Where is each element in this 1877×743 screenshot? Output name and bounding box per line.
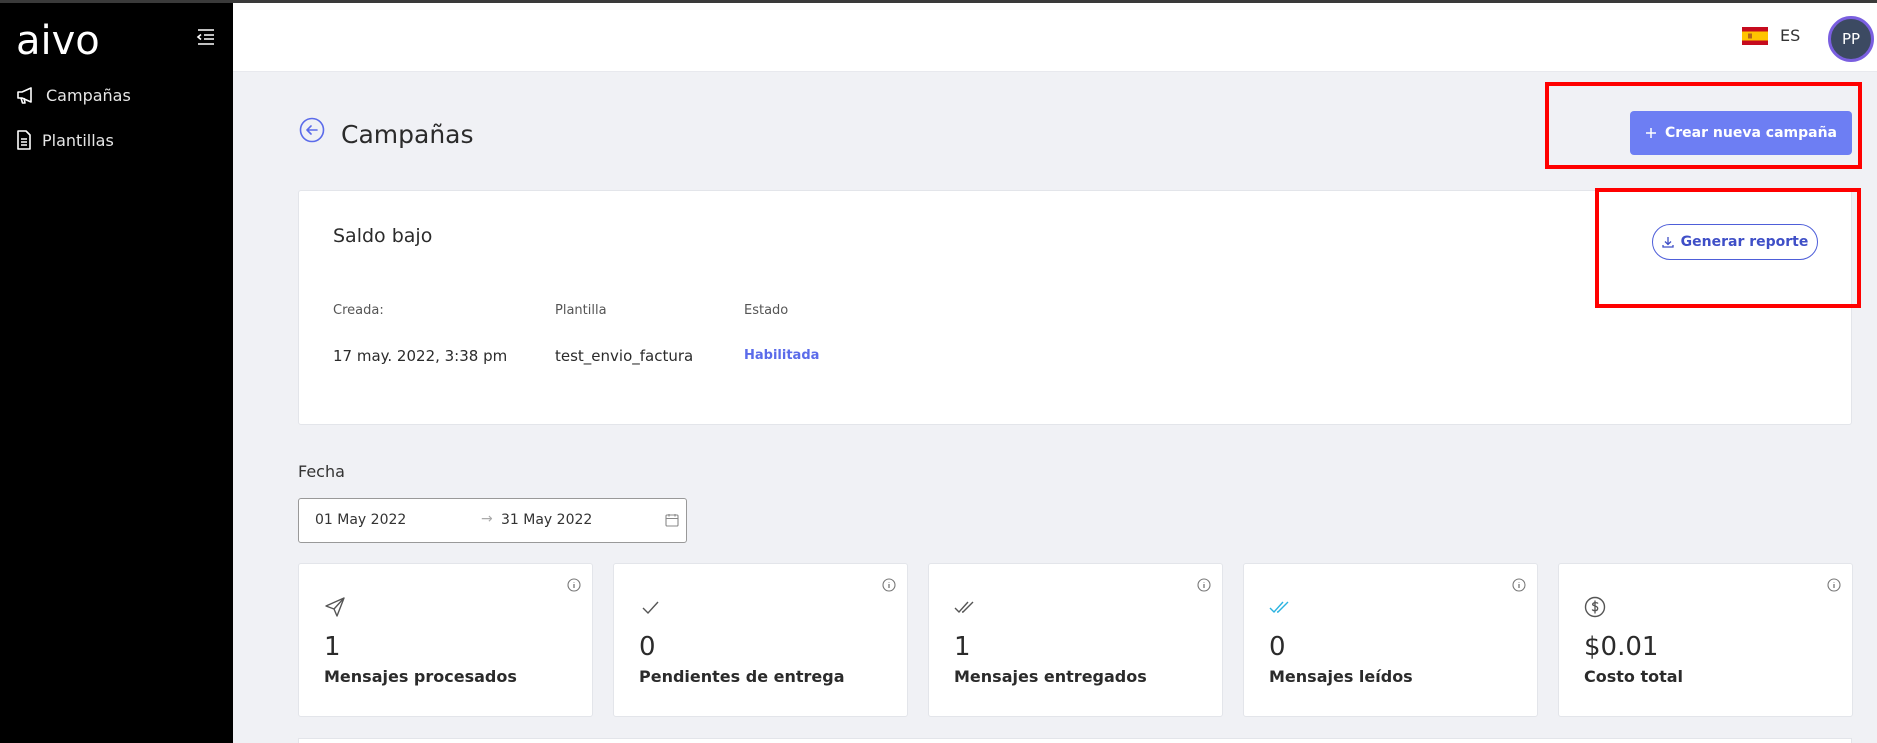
megaphone-icon [17,87,32,104]
arrow-right-icon: → [481,511,493,527]
sidebar-item-label: Plantillas [42,130,114,150]
stat-value: 1 [324,632,341,662]
info-icon[interactable] [1512,578,1526,592]
details-card-partial [298,738,1852,743]
stat-card-cost: $0.01 Costo total [1558,563,1853,717]
user-avatar[interactable]: PP [1828,16,1874,62]
spain-flag-icon [1742,26,1768,45]
stat-value: 1 [954,632,971,662]
highlight-box-create [1545,82,1862,169]
template-label: Plantilla [555,303,607,318]
date-range-picker[interactable]: 01 May 2022 → 31 May 2022 [298,498,687,543]
info-icon[interactable] [1197,578,1211,592]
date-filter-label: Fecha [298,462,345,481]
stat-value: 0 [639,632,656,662]
top-header [233,3,1877,72]
stat-card-processed: 1 Mensajes procesados [298,563,593,717]
highlight-box-report [1595,188,1861,308]
status-label: Estado [744,303,789,318]
language-selector[interactable]: ES [1742,26,1800,45]
stat-card-read: 0 Mensajes leídos [1243,563,1538,717]
stat-label: Mensajes procesados [324,667,517,686]
document-icon [17,130,31,150]
send-icon [325,597,345,617]
info-icon[interactable] [882,578,896,592]
double-check-read-icon [1269,601,1289,614]
stat-card-pending: 0 Pendientes de entrega [613,563,908,717]
status-badge: Habilitada [744,348,820,363]
stat-label: Mensajes entregados [954,667,1147,686]
svg-text:aivo: aivo [16,20,100,60]
stat-label: Pendientes de entrega [639,667,845,686]
stat-card-delivered: 1 Mensajes entregados [928,563,1223,717]
aivo-logo: aivo [16,20,100,60]
date-from-input[interactable]: 01 May 2022 [315,512,406,528]
stat-label: Costo total [1584,667,1684,686]
double-check-icon [954,601,974,614]
sidebar-item-label: Campañas [46,85,131,105]
sidebar-item-campanas[interactable]: Campañas [16,80,131,110]
page-title: Campañas [341,120,474,149]
window-top-border [0,0,1877,3]
back-arrow-icon[interactable] [299,117,325,143]
created-value: 17 may. 2022, 3:38 pm [333,347,508,365]
stat-value: 0 [1269,632,1286,662]
avatar-initials: PP [1841,30,1861,48]
template-value: test_envio_factura [555,347,694,365]
date-to-input[interactable]: 31 May 2022 [501,512,592,528]
info-icon[interactable] [567,578,581,592]
calendar-icon[interactable] [665,513,679,527]
info-icon[interactable] [1827,578,1841,592]
dollar-icon [1584,596,1606,618]
language-code: ES [1780,26,1801,45]
sidebar: aivo Campañas Plantillas [0,0,233,743]
sidebar-item-plantillas[interactable]: Plantillas [16,125,114,155]
campaign-name: Saldo bajo [333,225,433,247]
stat-label: Mensajes leídos [1269,667,1413,686]
check-icon [642,601,659,615]
stat-value: $0.01 [1584,632,1659,662]
created-label: Creada: [333,303,384,318]
collapse-menu-icon[interactable] [196,28,216,46]
